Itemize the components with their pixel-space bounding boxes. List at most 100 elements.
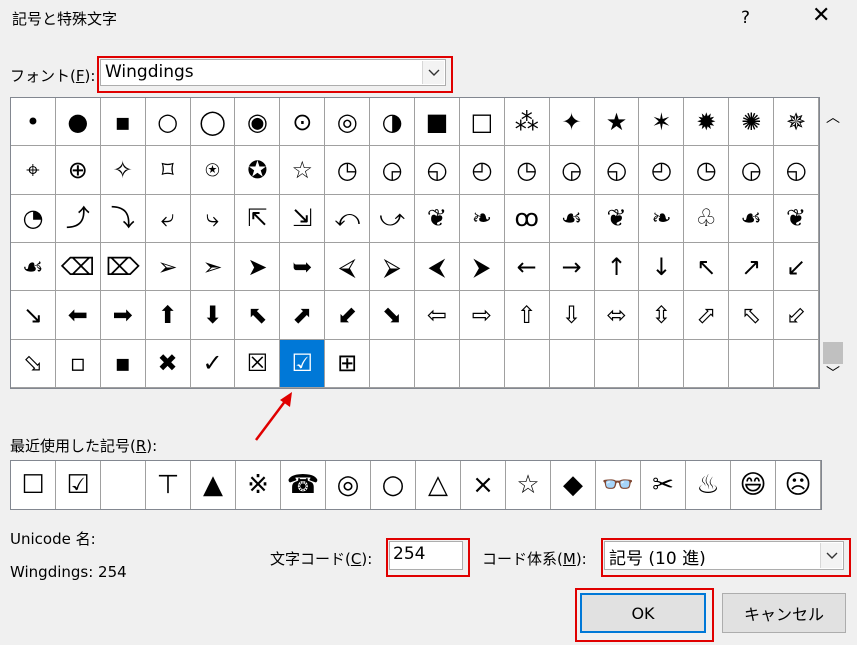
symbol-cell[interactable]: ◶ — [729, 146, 775, 195]
symbol-cell[interactable]: ⇱ — [235, 194, 281, 243]
symbol-cell[interactable]: ☙ — [11, 242, 56, 292]
symbol-cell[interactable]: → — [549, 242, 595, 292]
symbol-cell[interactable] — [729, 339, 775, 388]
symbol-cell[interactable]: ✶ — [639, 98, 685, 147]
symbol-cell[interactable]: ✪ — [235, 146, 281, 195]
symbol-cell-selected[interactable]: ☑ — [280, 339, 326, 388]
symbol-cell[interactable]: ⌖ — [11, 146, 56, 195]
font-select[interactable]: Wingdings — [100, 59, 446, 86]
symbol-cell[interactable]: ◵ — [594, 146, 640, 195]
symbol-cell[interactable]: ❦ — [594, 194, 640, 243]
symbol-cell[interactable]: ⬆ — [145, 291, 191, 340]
scrollbar-thumb[interactable] — [823, 342, 843, 364]
recent-symbol-cell[interactable]: ⊤ — [146, 461, 191, 509]
symbol-cell[interactable]: ✺ — [729, 98, 775, 147]
symbol-cell[interactable]: ✦ — [549, 98, 595, 147]
symbol-cell[interactable]: ☒ — [235, 339, 281, 388]
symbol-cell[interactable]: ✵ — [774, 98, 819, 147]
symbol-cell[interactable]: ◵ — [774, 146, 819, 195]
chevron-up-icon[interactable]: ︿ — [826, 107, 840, 127]
symbol-cell[interactable]: ⁂ — [504, 98, 550, 147]
symbol-cell[interactable]: ✹ — [684, 98, 730, 147]
code-system-select[interactable]: 記号 (10 進) — [604, 541, 844, 570]
symbol-cell[interactable]: ▫ — [55, 339, 101, 388]
symbol-cell[interactable]: ◑ — [370, 98, 415, 147]
symbol-cell[interactable]: ⇳ — [639, 291, 685, 340]
symbol-cell[interactable]: ⬃ — [774, 291, 819, 340]
symbol-cell[interactable]: ↓ — [639, 242, 685, 292]
symbol-cell[interactable]: ☆ — [280, 146, 326, 195]
symbol-cell[interactable]: ◷ — [684, 146, 730, 195]
recent-symbol-cell[interactable]: ☆ — [506, 461, 551, 509]
symbol-cell[interactable]: ⇧ — [504, 291, 550, 340]
symbol-cell[interactable]: ⌫ — [55, 242, 101, 292]
help-button[interactable]: ? — [741, 8, 750, 28]
symbol-cell[interactable]: ◯ — [190, 98, 236, 147]
symbol-cell[interactable]: ✧ — [100, 146, 146, 195]
symbol-cell[interactable] — [684, 339, 730, 388]
symbol-cell[interactable]: ↗ — [729, 242, 775, 292]
symbol-cell[interactable]: • — [11, 98, 56, 147]
chevron-down-icon[interactable]: ﹀ — [826, 363, 840, 383]
recent-symbol-cell[interactable]: ☹ — [776, 461, 821, 509]
symbol-cell[interactable]: ⬈ — [280, 291, 326, 340]
recent-symbol-cell[interactable]: △ — [416, 461, 461, 509]
symbol-cell[interactable]: ➢ — [145, 242, 191, 292]
symbol-cell[interactable]: ⬋ — [325, 291, 371, 340]
symbol-cell[interactable] — [459, 339, 505, 388]
symbol-cell[interactable]: ● — [55, 98, 101, 147]
symbol-cell[interactable] — [594, 339, 640, 388]
symbol-cell[interactable]: ⤻ — [370, 194, 415, 243]
recent-symbol-cell[interactable]: ♨ — [686, 461, 731, 509]
symbol-cell[interactable]: ⬅ — [55, 291, 101, 340]
recent-symbol-cell[interactable]: ▲ — [191, 461, 236, 509]
recent-symbol-cell[interactable]: ☑ — [56, 461, 101, 509]
symbol-cell[interactable]: ◎ — [325, 98, 371, 147]
symbol-cell[interactable]: ⬄ — [594, 291, 640, 340]
symbol-cell[interactable]: ↙ — [774, 242, 819, 292]
symbol-cell[interactable]: ⬇ — [190, 291, 236, 340]
recent-symbol-cell[interactable]: ※ — [236, 461, 281, 509]
close-button[interactable]: ✕ — [812, 3, 830, 28]
chevron-down-icon[interactable] — [422, 61, 444, 84]
symbol-cell[interactable]: ✖ — [145, 339, 191, 388]
symbol-cell[interactable]: ⌑ — [145, 146, 191, 195]
symbol-cell[interactable]: ❦ — [774, 194, 819, 243]
symbol-cell[interactable]: ☙ — [729, 194, 775, 243]
recent-symbol-cell[interactable]: ◆ — [551, 461, 596, 509]
symbol-cell[interactable]: ☙ — [549, 194, 595, 243]
symbol-cell[interactable]: □ — [459, 98, 505, 147]
symbol-cell[interactable]: ⬂ — [11, 339, 56, 388]
symbol-cell[interactable]: ꝏ — [504, 194, 550, 243]
symbol-cell[interactable]: ⇦ — [415, 291, 460, 340]
char-code-input[interactable]: 254 — [389, 541, 463, 570]
symbol-cell[interactable]: ⤷ — [190, 194, 236, 243]
symbol-cell[interactable]: ❧ — [459, 194, 505, 243]
symbol-cell[interactable]: ⍟ — [190, 146, 236, 195]
recent-symbol-cell[interactable]: 👓 — [596, 461, 641, 509]
symbol-cell[interactable]: ◶ — [370, 146, 415, 195]
symbol-cell[interactable]: ⊞ — [325, 339, 371, 388]
symbol-cell[interactable] — [774, 339, 819, 388]
symbol-cell[interactable]: ◔ — [11, 194, 56, 243]
symbol-cell[interactable]: ⇲ — [280, 194, 326, 243]
symbol-cell[interactable]: ★ — [594, 98, 640, 147]
symbol-cell[interactable]: ⊙ — [280, 98, 326, 147]
symbol-cell[interactable]: ⮘ — [325, 242, 371, 292]
symbol-cell[interactable]: ⌦ — [100, 242, 146, 292]
recent-symbol-cell[interactable]: ◎ — [326, 461, 371, 509]
symbol-cell[interactable]: ⮜ — [415, 242, 460, 292]
symbol-cell[interactable]: ■ — [415, 98, 460, 147]
symbol-cell[interactable]: ➤ — [235, 242, 281, 292]
symbol-cell[interactable]: ⤶ — [145, 194, 191, 243]
recent-symbol-cell[interactable]: 😄 — [731, 461, 776, 509]
symbol-cell[interactable]: ← — [504, 242, 550, 292]
symbol-cell[interactable] — [549, 339, 595, 388]
recent-symbol-cell[interactable]: ☐ — [11, 461, 56, 509]
symbol-cell[interactable]: ♧ — [684, 194, 730, 243]
symbol-cell[interactable]: ⬊ — [370, 291, 415, 340]
symbol-cell[interactable]: ◷ — [325, 146, 371, 195]
symbol-cell[interactable]: ➥ — [280, 242, 326, 292]
symbol-cell[interactable]: ⤴ — [55, 194, 101, 243]
symbol-cell[interactable]: ◷ — [504, 146, 550, 195]
